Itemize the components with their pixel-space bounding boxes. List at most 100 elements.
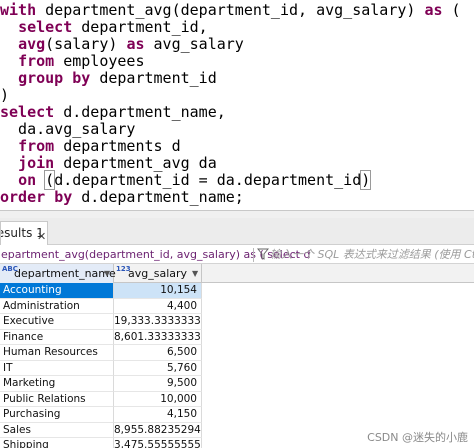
cell-avg-salary[interactable]: 10,000 <box>114 391 202 407</box>
code-line[interactable]: group by department_id <box>0 70 217 87</box>
table-row[interactable]: Finance8,601.3333333333 <box>0 329 474 345</box>
sql-keyword: select <box>18 18 73 36</box>
cell-department-name[interactable]: Purchasing <box>0 407 114 423</box>
sql-keyword: avg <box>18 35 46 53</box>
sql-token: (salary) <box>45 35 127 53</box>
results-grid: ABC department_name ▼ 123 avg_salary ▼ A… <box>0 264 474 448</box>
results-tab-bar: Results 1 ✕ <box>0 218 474 245</box>
code-line[interactable]: from departments d <box>0 138 181 155</box>
filter-input[interactable]: 输入一个 SQL 表达式来过滤结果 (使用 Ctrl+Space) <box>270 246 474 263</box>
sql-keyword: join <box>18 154 55 172</box>
tab-results-1[interactable]: Results 1 ✕ <box>0 221 48 245</box>
grid-rows: Accounting 10,154 Administration 4,400 Execu… <box>0 283 474 448</box>
sql-token: avg_salary <box>144 35 244 53</box>
sql-keyword: by <box>54 188 73 206</box>
sql-keyword: select <box>0 103 55 121</box>
cell-department-name[interactable]: Sales <box>0 422 114 438</box>
sql-keyword: as <box>424 1 443 19</box>
sql-token: department_avg(department_id, avg_salary… <box>36 1 425 19</box>
code-line[interactable]: avg(salary) as avg_salary <box>0 36 244 53</box>
cell-department-name[interactable]: Executive <box>0 314 114 330</box>
cell-department-name[interactable]: Administration <box>0 298 114 314</box>
table-row[interactable]: Purchasing 4,150 <box>0 407 474 423</box>
filter-bar: department_avg(department_id, avg_salary… <box>0 246 474 264</box>
code-line[interactable]: on (d.department_id = da.department_id) <box>0 170 372 190</box>
table-row[interactable]: Executive19,333.3333333333 <box>0 314 474 330</box>
sql-token: department_id <box>90 69 217 87</box>
sql-keyword: on <box>18 171 37 189</box>
sql-keyword: group <box>18 69 64 87</box>
sql-token: department_id, <box>72 18 208 36</box>
sql-keyword: by <box>72 69 91 87</box>
cell-avg-salary[interactable]: 8,601.3333333333 <box>114 329 202 345</box>
cell-avg-salary[interactable]: 3,475.5555555556 <box>114 438 202 448</box>
sql-token: da.avg_salary <box>0 120 136 138</box>
column-header-avg-salary[interactable]: 123 avg_salary ▼ <box>114 264 202 283</box>
cell-department-name[interactable]: Shipping <box>0 438 114 448</box>
cell-department-name[interactable]: IT <box>0 360 114 376</box>
pane-divider[interactable] <box>0 210 474 218</box>
watermark: CSDN @迷失的小鹿 <box>367 431 468 444</box>
table-row[interactable]: Accounting 10,154 <box>0 283 474 299</box>
close-icon[interactable]: ✕ <box>37 226 46 245</box>
grid-header: ABC department_name ▼ 123 avg_salary ▼ <box>0 264 474 283</box>
sql-keyword: with <box>0 1 37 19</box>
table-row[interactable]: IT 5,760 <box>0 360 474 376</box>
cell-avg-salary[interactable]: 4,150 <box>114 407 202 423</box>
sql-token: employees <box>54 52 145 70</box>
code-line[interactable]: order by d.department_name; <box>0 189 244 206</box>
cell-avg-salary[interactable]: 19,333.3333333333 <box>114 314 202 330</box>
code-line[interactable]: da.avg_salary <box>0 121 135 138</box>
cell-department-name[interactable]: Human Resources <box>0 345 114 361</box>
code-line[interactable]: with department_avg(department_id, avg_s… <box>0 2 461 19</box>
code-line[interactable]: from employees <box>0 52 145 70</box>
sql-token: ) <box>360 170 372 190</box>
cell-department-name[interactable]: Public Relations <box>0 391 114 407</box>
sql-keyword: from <box>18 137 55 155</box>
filter-separator <box>253 248 254 262</box>
cell-avg-salary[interactable]: 4,400 <box>114 298 202 314</box>
column-header-department-name[interactable]: ABC department_name ▼ <box>0 264 116 283</box>
cell-department-name[interactable]: Accounting <box>0 283 114 299</box>
table-row[interactable]: Human Resources 6,500 <box>0 345 474 361</box>
text-caret <box>370 172 372 188</box>
cell-avg-salary[interactable]: 5,760 <box>114 360 202 376</box>
sql-token: ( <box>442 1 461 19</box>
sql-token: ) <box>0 86 10 104</box>
sql-keyword: as <box>126 35 145 53</box>
column-label: avg_salary <box>128 267 188 280</box>
cell-avg-salary[interactable]: 6,500 <box>114 345 202 361</box>
sort-icon[interactable]: ▼ <box>104 264 110 283</box>
filter-icon[interactable] <box>257 247 269 261</box>
code-line[interactable]: ) <box>0 87 9 104</box>
code-line[interactable]: select d.department_name, <box>0 104 226 121</box>
sql-keyword: order <box>0 188 46 206</box>
sql-token: d.department_id = da.department_id <box>54 171 362 189</box>
cell-avg-salary[interactable]: 10,154 <box>114 283 202 299</box>
code-line[interactable]: join department_avg da <box>0 155 217 172</box>
sql-token: departments d <box>54 137 181 155</box>
table-row[interactable]: Marketing 9,500 <box>0 376 474 392</box>
sql-token: d.department_name, <box>54 103 226 121</box>
sort-icon[interactable]: ▼ <box>192 264 198 283</box>
sql-token: department_avg da <box>54 154 217 172</box>
sql-token: d.department_name; <box>72 188 244 206</box>
table-row[interactable]: Administration 4,400 <box>0 298 474 314</box>
cell-avg-salary[interactable]: 9,500 <box>114 376 202 392</box>
column-label: department_name <box>14 267 116 280</box>
sql-editor[interactable]: with department_avg(department_id, avg_s… <box>0 0 474 210</box>
cell-avg-salary[interactable]: 8,955.8823529412 <box>114 422 202 438</box>
code-line[interactable]: select department_id, <box>0 19 208 36</box>
cell-department-name[interactable]: Marketing <box>0 376 114 392</box>
cell-department-name[interactable]: Finance <box>0 329 114 345</box>
table-row[interactable]: Public Relations 10,000 <box>0 391 474 407</box>
